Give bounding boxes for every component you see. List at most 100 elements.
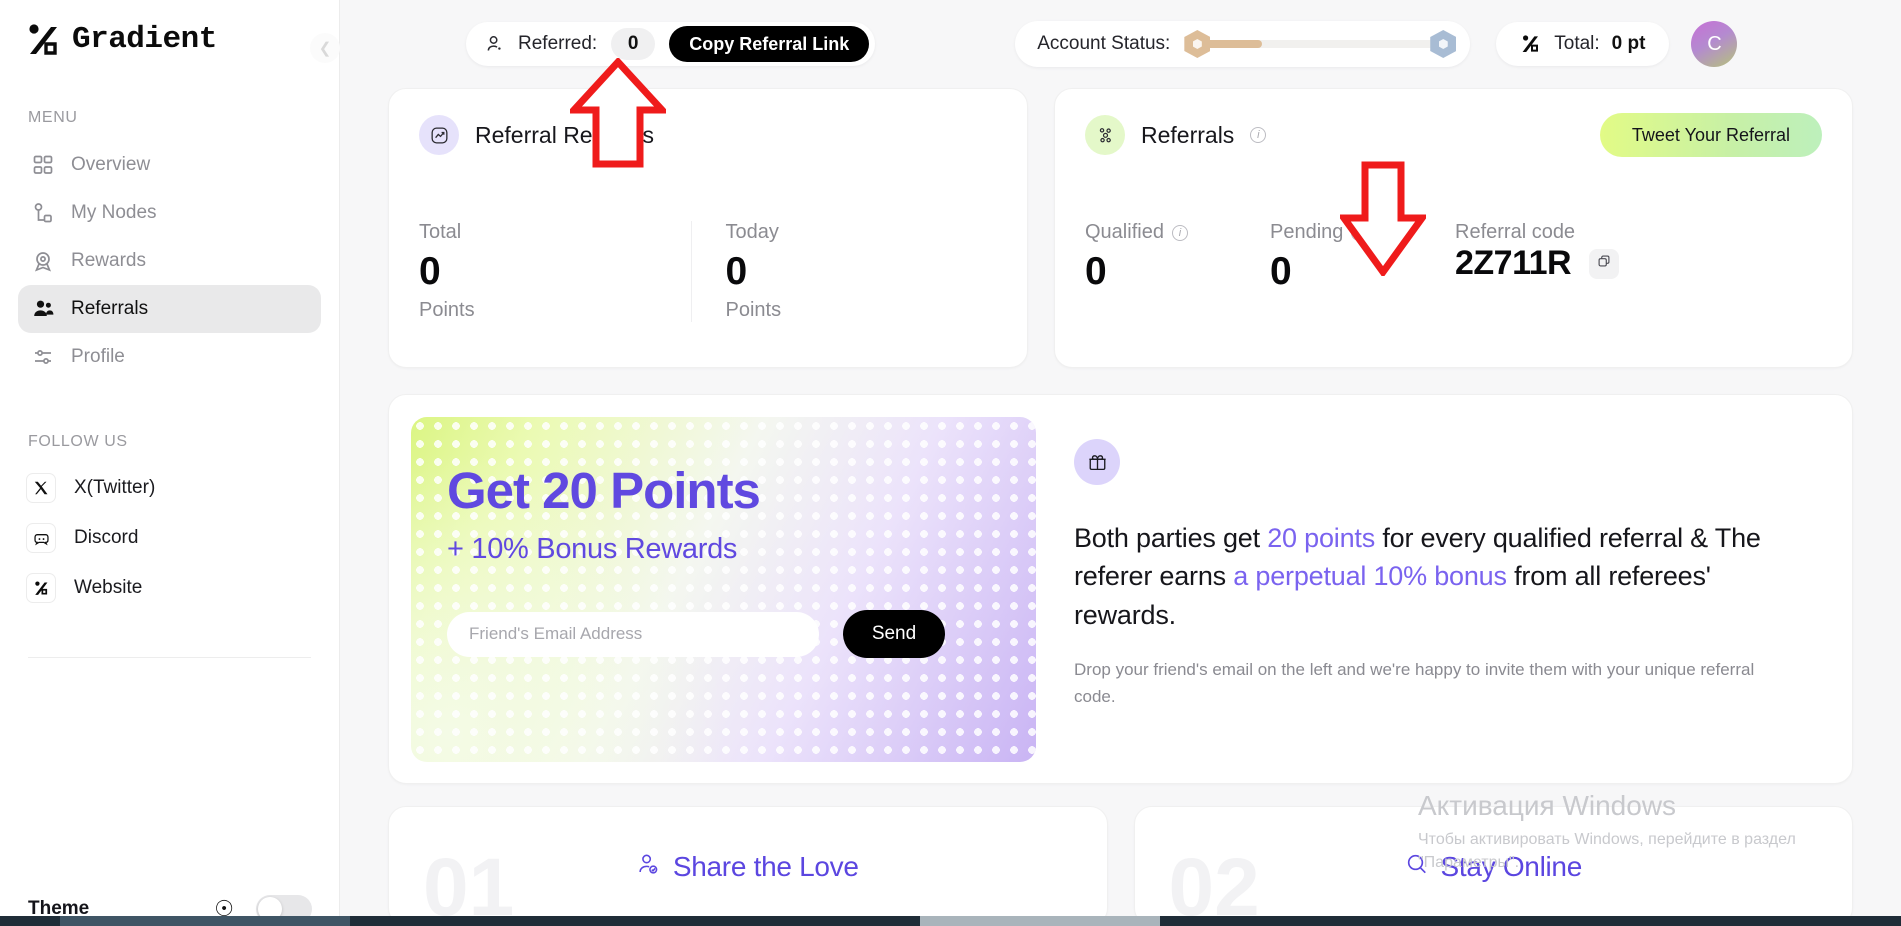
sidebar-item-rewards[interactable]: Rewards [18,237,321,285]
discord-icon [26,523,56,553]
referrals-stats: Qualified i 0 Pending i 0 Referral code … [1085,221,1822,295]
gradient-logo-icon [26,23,62,57]
tweet-your-referral-button[interactable]: Tweet Your Referral [1599,113,1822,157]
sidebar-item-referrals[interactable]: Referrals [18,285,321,333]
referral-rewards-card: Referral Rewards Total 0 Points Today 0 … [388,88,1028,368]
stat-label: Today [725,221,779,243]
step-card-share-the-love: 01 Share the Love [388,806,1108,926]
promo-description: Both parties get 20 points for every qua… [1062,417,1830,761]
top-bar: Referred: 0 Copy Referral Link Account S… [340,0,1901,88]
social-link-website[interactable]: Website [18,563,321,613]
stat-value: 0 [725,250,748,293]
social-link-discord[interactable]: Discord [18,513,321,563]
info-icon[interactable]: i [1250,127,1267,143]
info-icon[interactable]: i [1171,224,1188,241]
account-status-panel: Account Status: [1015,21,1471,67]
promo-note: Drop your friend's email on the left and… [1074,659,1755,707]
stat-value: 0 [419,250,441,293]
sidebar-item-my-nodes[interactable]: My Nodes [18,189,321,237]
sidebar-item-label: Profile [71,346,125,367]
promo-subheadline: + 10% Bonus Rewards [447,533,738,565]
watermark-body: Чтобы активировать Windows, перейдите в … [1418,831,1796,872]
referred-count: 0 [611,28,656,60]
windows-activation-watermark: Активация Windows Чтобы активировать Win… [1418,790,1848,874]
referral-code-label: Referral code [1455,221,1576,243]
sliders-icon [32,346,54,368]
referral-code-block: Referral code 2Z711R [1455,221,1822,295]
sidebar-collapse-button[interactable]: ❮ [310,33,340,63]
taskbar-segment [920,916,1160,926]
stat-label: Total [419,221,462,243]
stat-value: 0 [1270,250,1292,293]
step-number: 01 [423,842,515,926]
sidebar-item-label: Rewards [71,250,146,271]
promo-part: Both parties get [1074,523,1268,553]
card-header: Referral Rewards [419,115,997,155]
referred-panel: Referred: 0 Copy Referral Link [466,22,876,66]
copy-icon [1597,254,1611,273]
watermark-title: Активация Windows [1418,790,1677,821]
stat-label-text: Qualified [1085,221,1164,243]
promo-body-text: Both parties get 20 points for every qua… [1074,519,1790,634]
stat-unit: Points [725,298,782,321]
referred-label: Referred: [518,33,598,54]
gradient-logo-icon [26,573,56,603]
sidebar-menu: Overview My Nodes Rewards Referrals Prof [0,141,339,381]
invite-form: Send [447,610,1036,658]
stat-pending: Pending i 0 [1270,221,1455,295]
user-plus-icon [486,35,504,53]
os-taskbar [0,916,1901,926]
hex-node-silver-icon[interactable] [1430,30,1457,58]
gradient-logo-icon [1520,34,1542,54]
step-number: 02 [1168,842,1260,926]
promo-headline: Get 20 Points [447,462,761,519]
card-title: Referrals [1141,121,1235,148]
users-icon [32,298,54,320]
stat-today: Today 0 Points [690,221,998,322]
promo-part-accent: 20 points [1267,523,1376,553]
social-link-label: Discord [74,527,139,548]
promo-part-accent: a perpetual 10% bonus [1233,561,1507,592]
sidebar-item-label: Overview [71,154,151,175]
taskbar-segment [60,916,350,926]
step-title: Share the Love [672,851,859,882]
total-points-panel[interactable]: Total: 0 pt [1496,22,1670,66]
stat-value: 0 [1085,250,1107,293]
invite-friend-card: Get 20 Points + 10% Bonus Rewards Send B… [388,394,1853,784]
hex-node-bronze-icon[interactable] [1184,30,1211,58]
sidebar: Gradient ❮ MENU Overview My Nodes Reward… [0,0,340,926]
chart-up-icon [419,115,459,155]
referrals-card: Referrals i Tweet Your Referral Qualifie… [1054,88,1853,368]
sidebar-item-label: My Nodes [71,202,157,223]
sidebar-item-profile[interactable]: Profile [18,333,321,381]
stat-qualified: Qualified i 0 [1085,221,1270,295]
nodes-icon [32,202,54,224]
brand-logo[interactable]: Gradient [0,0,339,57]
sidebar-item-overview[interactable]: Overview [18,141,321,189]
rewards-stats: Total 0 Points Today 0 Points [419,221,997,322]
copy-referral-link-button[interactable]: Copy Referral Link [669,26,870,62]
friend-email-input[interactable] [447,611,819,657]
promo-banner: Get 20 Points + 10% Bonus Rewards Send [411,417,1036,762]
stat-label: Qualified i [1085,221,1270,244]
step-title-row: Share the Love [637,851,859,883]
referrals-network-icon [1085,115,1125,155]
account-status-slider[interactable] [1184,30,1457,58]
stat-total: Total 0 Points [419,221,691,322]
referral-code-value: 2Z711R [1455,244,1572,282]
info-icon[interactable]: i [1351,224,1368,241]
summary-row: Referral Rewards Total 0 Points Today 0 … [388,88,1853,368]
referral-code-row: 2Z711R [1455,244,1822,283]
stat-unit: Points [419,298,475,321]
promo-row: Get 20 Points + 10% Bonus Rewards Send B… [388,394,1853,784]
brand-name: Gradient [72,22,217,57]
sidebar-item-label: Referrals [71,298,149,319]
total-value: 0 pt [1611,33,1646,54]
send-invite-button[interactable]: Send [843,610,945,658]
card-title: Referral Rewards [475,121,654,148]
copy-referral-code-button[interactable] [1589,248,1620,279]
social-link-x-twitter[interactable]: X(Twitter) [18,463,321,513]
menu-section-label: MENU [28,109,78,126]
social-links: X(Twitter) Discord Website [0,463,339,613]
avatar[interactable]: C [1691,21,1738,67]
